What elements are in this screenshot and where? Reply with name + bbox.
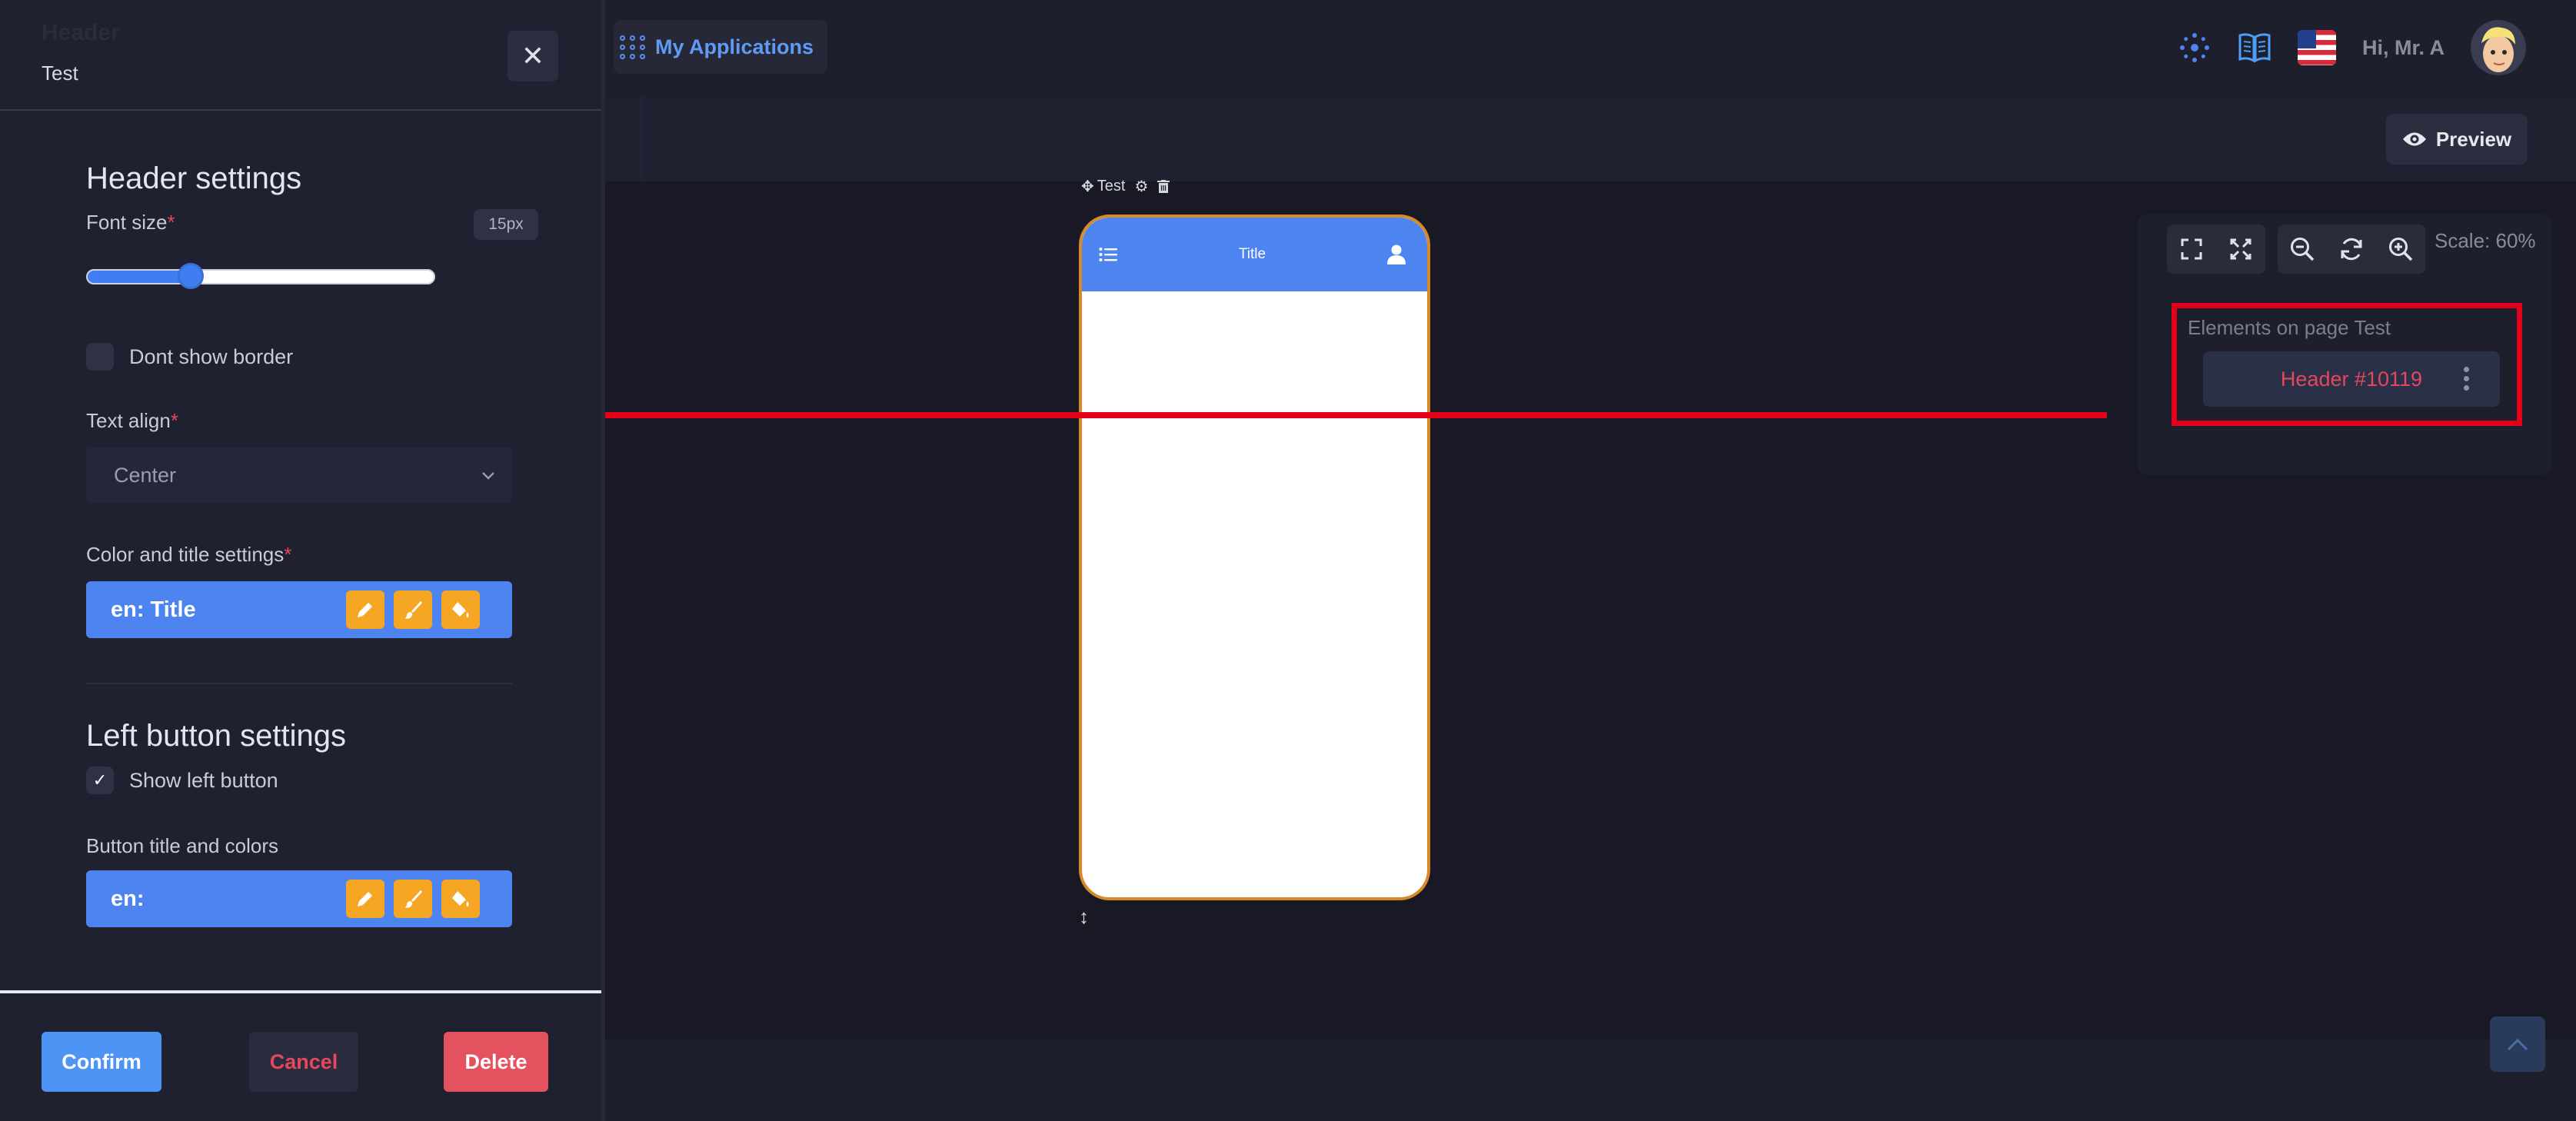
drawer-divider <box>0 109 601 111</box>
pencil-icon <box>358 892 372 906</box>
user-greeting: Hi, Mr. A <box>2361 35 2445 59</box>
text-align-value: Center <box>114 463 177 487</box>
my-applications-button[interactable]: My Applications <box>614 20 827 74</box>
font-size-label: Font size* <box>86 211 175 234</box>
text-color-button[interactable] <box>394 590 432 629</box>
more-options-icon[interactable] <box>2464 367 2469 391</box>
elements-list-title: Elements on page Test <box>2188 316 2391 339</box>
elements-panel: Scale: 60% Elements on page Test Header … <box>2138 214 2551 475</box>
color-title-settings-label: Color and title settings* <box>86 543 292 566</box>
preview-button[interactable]: Preview <box>2386 114 2528 165</box>
cancel-button[interactable]: Cancel <box>249 1032 358 1092</box>
text-align-select[interactable]: Center <box>86 447 512 503</box>
brush-icon <box>404 601 422 619</box>
drawer-footer-divider <box>0 990 601 993</box>
elements-list-highlight: Elements on page Test Header #10119 <box>2172 303 2522 426</box>
zoom-group <box>2278 225 2425 274</box>
title-translation-bar[interactable]: en: Title <box>86 581 512 638</box>
edit-title-button[interactable] <box>346 590 384 629</box>
annotation-arrow-line <box>592 412 2107 418</box>
list-icon[interactable] <box>1099 247 1117 262</box>
element-toolbar: ✥ Test ⚙ <box>1081 177 1170 196</box>
move-icon[interactable]: ✥ <box>1081 177 1094 196</box>
show-left-button-checkbox[interactable]: ✓ <box>86 767 114 794</box>
drawer-title: Header <box>42 20 120 45</box>
book-icon[interactable] <box>2238 32 2271 63</box>
brush-icon <box>404 890 422 908</box>
zoom-in-icon[interactable] <box>2388 236 2414 262</box>
phone-preview[interactable]: Title <box>1079 215 1430 900</box>
background-color-button[interactable] <box>441 590 480 629</box>
editor-subbar <box>605 97 2576 181</box>
bottom-strip <box>605 1040 2576 1121</box>
font-size-value-badge: 15px <box>474 209 538 240</box>
pencil-icon <box>358 603 372 617</box>
paint-bucket-icon <box>452 602 469 617</box>
zoom-out-icon[interactable] <box>2289 236 2315 262</box>
dont-show-border-checkbox[interactable] <box>86 343 114 371</box>
edit-button-title-button[interactable] <box>346 880 384 918</box>
scale-label: Scale: 60% <box>2435 229 2536 252</box>
settings-icon[interactable]: ⚙ <box>1134 177 1148 196</box>
fit-screen-icon[interactable] <box>2229 238 2252 261</box>
text-align-label: Text align* <box>86 409 178 432</box>
spinner-icon[interactable] <box>2178 31 2212 65</box>
delete-button[interactable]: Delete <box>444 1032 548 1092</box>
button-title-translation-bar[interactable]: en: <box>86 870 512 927</box>
show-left-button-label: Show left button <box>129 769 278 792</box>
trash-icon[interactable] <box>1157 179 1170 194</box>
element-item-label: Header #10119 <box>2280 367 2423 391</box>
close-icon: ✕ <box>521 40 545 72</box>
phone-header-title: Title <box>1238 246 1266 262</box>
scroll-to-top-button[interactable] <box>2490 1016 2545 1072</box>
view-mode-group <box>2167 225 2265 274</box>
top-right-tools: Hi, Mr. A <box>2178 18 2526 77</box>
paint-bucket-icon <box>452 891 469 906</box>
reset-zoom-icon[interactable] <box>2338 236 2365 262</box>
chevron-down-icon <box>482 472 494 480</box>
element-label: Test <box>1097 178 1126 195</box>
eye-icon <box>2402 132 2426 146</box>
left-button-settings-title: Left button settings <box>86 719 347 753</box>
font-size-slider[interactable] <box>86 269 435 284</box>
phone-header[interactable]: Title <box>1082 218 1427 291</box>
dont-show-border-label: Dont show border <box>129 345 294 368</box>
fullscreen-icon[interactable] <box>2180 238 2203 261</box>
user-icon[interactable] <box>1386 244 1406 264</box>
button-text-color-button[interactable] <box>394 880 432 918</box>
drawer-subtitle: Test <box>42 62 78 85</box>
avatar[interactable] <box>2471 20 2526 75</box>
button-background-color-button[interactable] <box>441 880 480 918</box>
button-title-colors-label: Button title and colors <box>86 834 279 857</box>
font-size-slider-thumb[interactable] <box>178 263 205 289</box>
us-flag-icon[interactable] <box>2297 30 2336 65</box>
close-button[interactable]: ✕ <box>508 31 558 81</box>
apps-grid-icon <box>620 35 646 59</box>
my-applications-label: My Applications <box>655 35 814 58</box>
title-translation-value: en: Title <box>111 597 196 622</box>
chevron-up-icon <box>2507 1038 2528 1051</box>
resize-handle-icon[interactable]: ↕ <box>1079 905 1089 929</box>
settings-drawer: Header Test ✕ Header settings Font size*… <box>0 0 605 1121</box>
header-settings-title: Header settings <box>86 161 302 195</box>
confirm-button[interactable]: Confirm <box>42 1032 161 1092</box>
checkmark-icon: ✓ <box>92 770 108 790</box>
button-title-translation-value: en: <box>111 886 145 911</box>
section-divider <box>86 683 512 684</box>
element-list-item[interactable]: Header #10119 <box>2203 351 2500 407</box>
preview-label: Preview <box>2435 127 2512 151</box>
